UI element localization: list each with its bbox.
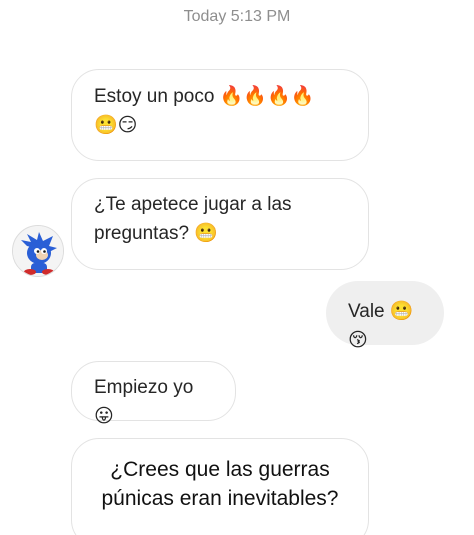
sent-message[interactable]: Vale 😬😚 — [326, 281, 444, 351]
message-timestamp: Today 5:13 PM — [183, 8, 291, 25]
received-message-4[interactable]: ¿Crees que las guerras púnicas eran inev… — [71, 438, 369, 535]
message-text-line-1: ¿Crees que las guerras — [110, 458, 330, 481]
message-text-line-2: púnicas eran inevitables? — [101, 487, 339, 510]
message-text: Empiezo yo — [94, 377, 194, 398]
grimace-emoji: 😬 — [194, 222, 219, 244]
message-text: Estoy un poco — [94, 86, 215, 107]
message-text: Vale — [348, 301, 385, 322]
tongue-emoji: 😛 — [94, 405, 114, 427]
grimace-smirk-emoji-group: 😬😏 — [94, 114, 138, 136]
received-message-3[interactable]: Empiezo yo 😛 — [71, 361, 236, 427]
message-text-line-2: preguntas? — [94, 223, 190, 244]
received-message-1[interactable]: Estoy un poco 🔥🔥🔥🔥 😬😏 — [71, 69, 369, 161]
fire-emoji-group: 🔥🔥🔥🔥 — [219, 85, 315, 107]
message-text-line-1: ¿Te apetece jugar a las — [94, 194, 292, 215]
chat-screen: Today 5:13 PM Estoy un poco 🔥🔥🔥🔥 😬😏 ¿Te … — [0, 0, 474, 535]
sonic-avatar-icon[interactable] — [12, 225, 64, 277]
received-message-2[interactable]: ¿Te apetece jugar a las preguntas? 😬 — [71, 178, 369, 270]
